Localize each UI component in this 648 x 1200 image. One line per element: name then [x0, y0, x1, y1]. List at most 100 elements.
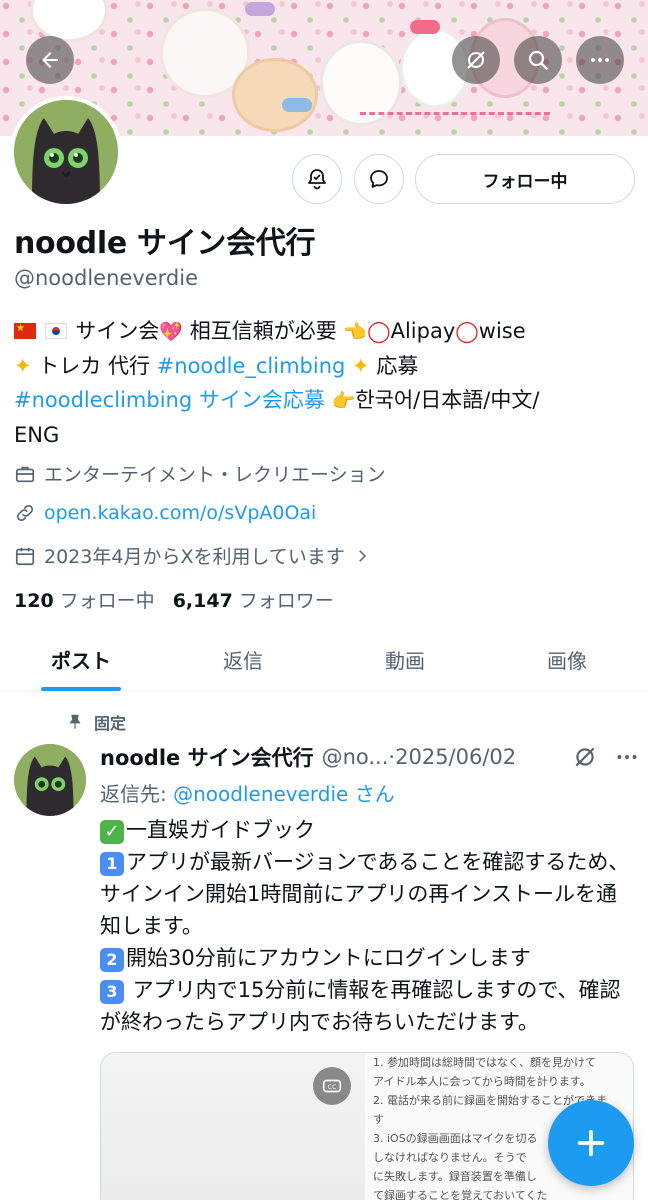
- pinned-label: 固定: [94, 714, 127, 733]
- post-author-avatar[interactable]: [14, 744, 86, 816]
- followers-count: 6,147: [172, 590, 233, 612]
- post-author-handle[interactable]: @no...: [322, 745, 389, 769]
- tab-videos[interactable]: 動画: [324, 628, 486, 691]
- banner-character: [232, 58, 318, 132]
- keycap-2-icon: 2: [100, 948, 124, 972]
- compose-post-button[interactable]: [548, 1100, 634, 1186]
- search-icon: [528, 50, 548, 70]
- plus-icon: [577, 1129, 605, 1157]
- post-author-name[interactable]: noodle サイン会代行: [100, 742, 314, 772]
- post-header: noodle サイン会代行 @no... · 2025/06/02: [100, 742, 640, 772]
- post-date-separator: ·: [388, 745, 396, 769]
- video-thumbnail[interactable]: CC: [101, 1053, 365, 1200]
- post-line-text: アプリが最新バージョンであることを確認するため、サインイン開始1時間前にアプリの…: [100, 850, 630, 938]
- search-button[interactable]: [514, 36, 562, 84]
- post-text: ✓ 一直娛ガイドブック 1 アプリが最新バージョンであることを確認するため、サインイ…: [100, 814, 630, 1038]
- tab-posts[interactable]: ポスト: [0, 628, 162, 691]
- media-text-line: て録画することを覚えておいてくた: [373, 1189, 548, 1200]
- bio-text: 相互信頼が必要: [189, 319, 337, 343]
- profile-tabs: ポスト 返信 動画 画像: [0, 628, 648, 692]
- grok-button[interactable]: [452, 36, 500, 84]
- following-button[interactable]: フォロー中: [415, 154, 635, 204]
- post-line: 1 アプリが最新バージョンであることを確認するため、サインイン開始1時間前にアプリ…: [100, 846, 630, 942]
- reply-handle-link[interactable]: @noodleneverdie: [173, 782, 348, 806]
- website-link[interactable]: open.kakao.com/o/sVpA0Oai: [44, 502, 316, 524]
- profile-joined[interactable]: 2023年4月からXを利用しています: [14, 542, 371, 569]
- star-icon: ✦: [14, 354, 32, 378]
- profile-bio: サイン会💖 相互信頼が必要 👈◯Alipay◯wise ✦ トレカ 代行 #no…: [14, 314, 634, 452]
- svg-text:CC: CC: [328, 1083, 337, 1091]
- bio-text: Alipay: [390, 319, 456, 343]
- profile-handle: @noodleneverdie: [14, 266, 199, 290]
- link-icon: [16, 504, 34, 522]
- bio-line-4: ENG: [14, 418, 634, 452]
- bio-line-1: サイン会💖 相互信頼が必要 👈◯Alipay◯wise: [14, 314, 634, 349]
- profile-avatar[interactable]: [10, 96, 122, 208]
- bio-line-2: ✦ トレカ 代行 #noodle_climbing ✦ 応募: [14, 349, 634, 383]
- media-text-line: アイドル本人に会ってから時間を計ります。: [373, 1075, 591, 1088]
- notifications-button[interactable]: [292, 154, 342, 204]
- reply-to-line: 返信先: @noodleneverdie さん: [100, 778, 395, 807]
- pointing-hand-icon: 👈: [343, 321, 368, 343]
- check-mark-icon: ✓: [100, 820, 124, 844]
- chevron-right-icon: [359, 549, 366, 562]
- grok-icon: [467, 51, 485, 69]
- bio-line-3: #noodleclimbing サイン会応募 👉한국어/日本語/中文/: [14, 383, 634, 418]
- bio-text: トレカ 代行: [38, 354, 150, 378]
- banner-bow: [282, 98, 312, 112]
- post-line-text: 一直娛ガイドブック: [126, 818, 315, 842]
- keycap-3-icon: 3: [100, 980, 124, 1004]
- banner-bow: [410, 20, 440, 34]
- tab-replies[interactable]: 返信: [162, 628, 324, 691]
- bell-plus-icon: [308, 169, 326, 190]
- profile-website[interactable]: open.kakao.com/o/sVpA0Oai: [14, 502, 316, 524]
- post-more-icon[interactable]: [614, 744, 640, 770]
- more-icon: [591, 58, 609, 62]
- bio-text: サイン会: [75, 319, 160, 343]
- pointing-hand-icon: 👉: [331, 390, 356, 412]
- hashtag-link[interactable]: #noodleclimbing: [14, 388, 192, 412]
- post-line: 2 開始30分前にアカウントにログインします: [100, 942, 630, 974]
- hashtag-link[interactable]: #noodle_climbing: [157, 354, 346, 378]
- following-label: フォロー中: [59, 590, 155, 612]
- arrow-left-icon: [42, 52, 58, 68]
- captions-icon[interactable]: CC: [313, 1067, 351, 1105]
- banner-character: [30, 0, 108, 42]
- briefcase-icon: [15, 466, 35, 482]
- bio-text: ENG: [14, 423, 60, 447]
- followers-label: フォロワー: [238, 590, 334, 612]
- pin-icon: [69, 714, 81, 729]
- bio-text: wise: [478, 319, 526, 343]
- joined-text: 2023年4月からXを利用しています: [44, 546, 345, 568]
- bio-text: 応募: [376, 354, 419, 378]
- follow-stats: 120 フォロー中 6,147 フォロワー: [14, 586, 334, 613]
- avatar-image: [14, 100, 118, 204]
- reply-prefix: 返信先:: [100, 782, 167, 806]
- post-line: ✓ 一直娛ガイドブック: [100, 814, 630, 846]
- chat-bubble-icon: [370, 170, 388, 188]
- post-date[interactable]: 2025/06/02: [395, 745, 516, 769]
- media-text-line: 1. 参加時間は総時間ではなく、顔を見かけて: [373, 1056, 596, 1069]
- followers-stat[interactable]: 6,147 フォロワー: [173, 586, 334, 613]
- hashtag-link[interactable]: サイン会応募: [199, 388, 325, 412]
- more-button[interactable]: [576, 36, 624, 84]
- profile-category: エンターテイメント・レクリエーション: [14, 460, 386, 487]
- pinned-indicator: 固定: [66, 710, 126, 734]
- back-button[interactable]: [26, 36, 74, 84]
- reply-suffix: さん: [354, 782, 395, 806]
- tab-images[interactable]: 画像: [486, 628, 648, 691]
- star-icon: ✦: [352, 354, 370, 378]
- bio-text: 한국어/日本語/中文/: [355, 388, 540, 412]
- grok-icon[interactable]: [572, 744, 598, 770]
- keycap-1-icon: 1: [100, 852, 124, 876]
- red-circle-icon: ◯: [455, 319, 479, 343]
- following-count: 120: [14, 590, 54, 612]
- following-stat[interactable]: 120 フォロー中: [14, 586, 155, 613]
- message-button[interactable]: [354, 154, 404, 204]
- china-flag-icon: [14, 321, 36, 339]
- calendar-icon: [15, 547, 35, 565]
- red-circle-icon: ◯: [367, 319, 391, 343]
- post-line-text: アプリ内で15分前に情報を再確認しますので、確認が終わったらアプリ内でお待ちいた…: [100, 978, 621, 1034]
- post-line: 3 アプリ内で15分前に情報を再確認しますので、確認が終わったらアプリ内でお待ち…: [100, 974, 630, 1038]
- display-name: noodle サイン会代行: [14, 226, 316, 261]
